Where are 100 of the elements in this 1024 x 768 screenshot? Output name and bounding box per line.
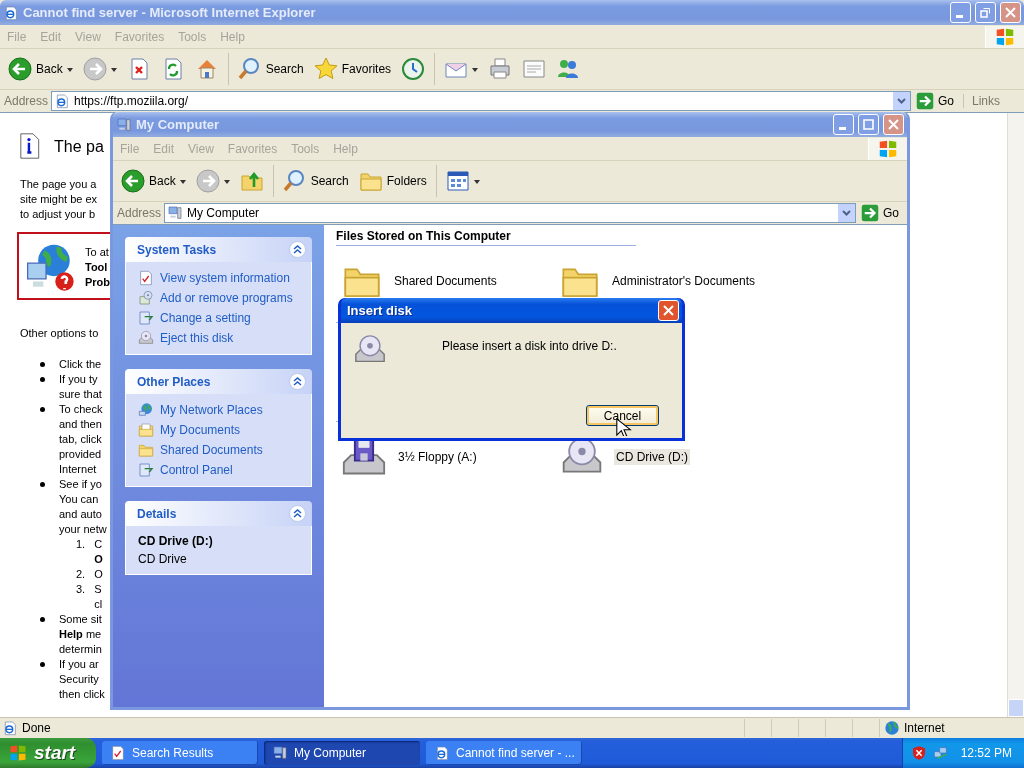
task-link[interactable]: View system information <box>138 270 301 286</box>
network-icon <box>138 402 154 418</box>
cursor-icon <box>615 418 633 436</box>
star-icon <box>313 57 338 81</box>
document-check-icon <box>110 745 126 761</box>
paragraph-text: The page you a site might be ex to adjust your b <box>20 177 98 222</box>
network-help-icon <box>25 242 75 292</box>
collapse-button[interactable] <box>289 373 306 390</box>
dropdown-button[interactable] <box>892 92 910 110</box>
back-button[interactable]: Back <box>4 52 77 86</box>
window-title: Cannot find server - Microsoft Internet Explorer <box>23 5 317 20</box>
cancel-button[interactable]: Cancel <box>586 405 659 426</box>
step-number: 2. <box>76 567 86 582</box>
list-item-text: Click the <box>59 357 102 372</box>
close-button[interactable] <box>1000 2 1021 23</box>
file-label[interactable]: Administrator's Documents <box>610 273 757 289</box>
minimize-icon <box>838 127 846 130</box>
search-icon <box>237 57 262 81</box>
chevron-down-icon <box>842 210 851 216</box>
shield-icon <box>910 745 927 761</box>
task-link[interactable]: Change a setting <box>138 310 301 326</box>
task-link[interactable]: Add or remove programs <box>138 290 301 306</box>
links-button[interactable]: Links <box>963 94 1022 108</box>
panel-header[interactable]: Details <box>125 501 312 526</box>
taskbar-button[interactable]: Search Results <box>102 741 258 765</box>
dialog-title: Insert disk <box>346 303 414 318</box>
bullet-icon <box>40 377 45 382</box>
taskbar-button[interactable]: Cannot find server - ... <box>426 741 582 765</box>
chevron-icon <box>293 245 302 254</box>
drive-label[interactable]: CD Drive (D:) <box>614 449 690 465</box>
close-icon <box>888 119 899 130</box>
bullet-icon <box>40 407 45 412</box>
computer-icon <box>167 205 184 221</box>
go-arrow-icon <box>915 92 934 110</box>
browser-icon <box>2 720 18 736</box>
start-button[interactable]: start <box>0 738 96 768</box>
drive-label[interactable]: 3½ Floppy (A:) <box>396 449 479 465</box>
step-number: 1. <box>76 537 86 552</box>
network-tray-icon <box>932 745 949 761</box>
dropdown-button[interactable] <box>838 204 855 222</box>
restore-icon <box>980 7 991 18</box>
maximize-button[interactable] <box>858 114 879 135</box>
clock-text: 12:52 PM <box>960 746 1012 760</box>
collapse-button[interactable] <box>289 241 306 258</box>
file-label[interactable]: Shared Documents <box>392 273 499 289</box>
clock-icon <box>401 57 426 81</box>
list-item-text: See if yo You can and auto your netw <box>59 477 107 537</box>
task-link[interactable]: Control Panel <box>138 462 301 478</box>
details-type: CD Drive <box>138 552 188 566</box>
details-name: CD Drive (D:) <box>138 534 214 548</box>
browser-icon <box>434 745 450 761</box>
views-icon <box>445 169 470 193</box>
maximize-icon <box>863 119 874 130</box>
minimize-button[interactable] <box>833 114 854 135</box>
list-item-text: If you ty sure that <box>59 372 102 402</box>
printer-icon <box>488 57 513 81</box>
close-icon <box>1005 7 1016 18</box>
collapse-button[interactable] <box>289 505 306 522</box>
windows-logo-icon <box>8 743 28 763</box>
search-button[interactable]: Search <box>278 164 353 198</box>
go-arrow-icon <box>861 204 879 222</box>
paragraph-text: Other options to <box>20 326 99 341</box>
go-button[interactable]: Go <box>913 92 960 110</box>
panel-header[interactable]: Other Places <box>125 369 312 394</box>
task-link[interactable]: Shared Documents <box>138 442 301 458</box>
list-item-text: S cl <box>94 582 103 612</box>
computer-icon <box>116 116 132 133</box>
list-item-text: O <box>94 567 103 582</box>
document-check-icon <box>138 270 154 286</box>
zone-text: Internet <box>904 721 945 735</box>
control-panel-icon <box>138 462 154 478</box>
address-label: Address <box>4 94 49 108</box>
restore-button[interactable] <box>975 2 996 23</box>
status-text: Done <box>22 721 51 735</box>
drive-icon <box>138 330 154 346</box>
task-link[interactable]: Eject this disk <box>138 330 301 346</box>
search-button[interactable]: Search <box>233 52 308 86</box>
task-link[interactable]: My Documents <box>138 422 301 438</box>
panel-header[interactable]: System Tasks <box>125 237 312 262</box>
scrollbar[interactable] <box>1007 113 1024 717</box>
notepad-icon <box>522 57 547 81</box>
task-link[interactable]: My Network Places <box>138 402 301 418</box>
bullet-icon <box>40 362 45 367</box>
favorites-button[interactable]: Favorites <box>309 52 396 86</box>
search-icon <box>282 169 307 193</box>
folder-icon <box>138 442 154 458</box>
back-button[interactable]: Back <box>117 164 190 198</box>
address-field[interactable]: https://ftp.moziila.org/ <box>51 91 911 111</box>
address-label: Address <box>117 206 162 220</box>
list-item-text: Some sit Help me determin <box>59 612 102 657</box>
documents-folder-icon <box>138 422 154 438</box>
close-button[interactable] <box>658 300 679 321</box>
address-field[interactable]: My Computer <box>164 203 856 223</box>
folders-button[interactable]: Folders <box>354 164 431 198</box>
bullet-icon <box>40 617 45 622</box>
minimize-button[interactable] <box>950 2 971 23</box>
chevron-down-icon <box>896 98 906 104</box>
taskbar-button[interactable]: My Computer <box>264 741 420 765</box>
go-button[interactable]: Go <box>859 204 905 222</box>
callout-text: To at Tool Prob <box>85 244 111 290</box>
